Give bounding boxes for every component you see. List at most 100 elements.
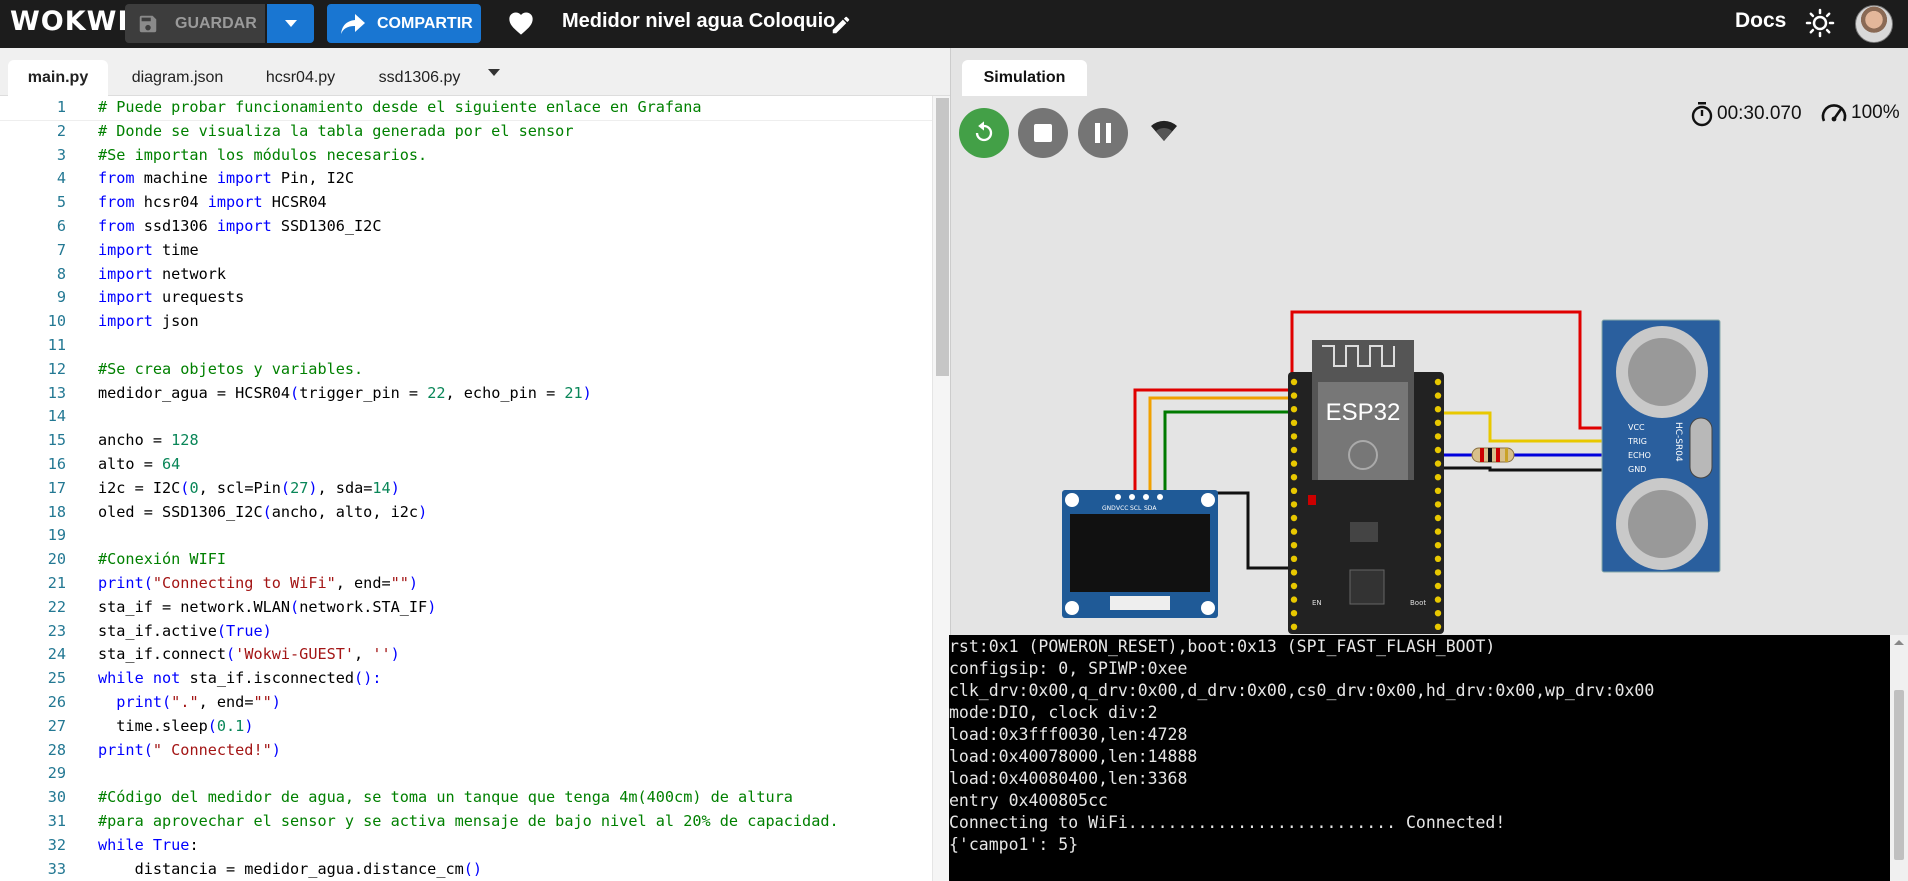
- esp32-pin[interactable]: [1290, 433, 1298, 440]
- esp32-pin[interactable]: [1434, 446, 1442, 454]
- edit-pencil-icon[interactable]: [830, 14, 852, 36]
- esp32-pin[interactable]: [1290, 569, 1298, 576]
- code-line[interactable]: 26 print(".", end=""): [0, 691, 932, 715]
- esp32-pin[interactable]: [1290, 446, 1298, 454]
- code-line[interactable]: 28 print(" Connected!"): [0, 739, 932, 763]
- tab-main-py[interactable]: main.py: [8, 60, 108, 96]
- esp32-pin[interactable]: [1290, 528, 1298, 535]
- circuit-diagram[interactable]: GND VCC SCL SDA ESP32 Boot EN VCC TRIG E…: [1050, 300, 1730, 635]
- tab-simulation[interactable]: Simulation: [962, 60, 1087, 96]
- code-line[interactable]: 11: [0, 334, 932, 358]
- code-line[interactable]: 4 from machine import Pin, I2C: [0, 167, 932, 191]
- serial-monitor[interactable]: rst:0x1 (POWERON_RESET),boot:0x13 (SPI_F…: [949, 635, 1890, 881]
- wokwi-logo[interactable]: WOKWI: [10, 6, 128, 37]
- code-line[interactable]: 9 import urequests: [0, 286, 932, 310]
- code-line[interactable]: 5 from hcsr04 import HCSR04: [0, 191, 932, 215]
- esp32-pin[interactable]: [1434, 487, 1442, 494]
- esp32-pin[interactable]: [1290, 542, 1298, 549]
- esp32-pin[interactable]: [1434, 555, 1442, 562]
- code-line[interactable]: 25 while not sta_if.isconnected():: [0, 667, 932, 691]
- code-line[interactable]: 10 import json: [0, 310, 932, 334]
- esp32-pin[interactable]: [1290, 555, 1298, 562]
- resistor[interactable]: [1471, 447, 1515, 463]
- esp32-pin[interactable]: [1434, 623, 1442, 630]
- code-line[interactable]: 32 while True:: [0, 834, 932, 858]
- esp32-pin[interactable]: [1290, 610, 1298, 617]
- esp32-pin[interactable]: [1290, 487, 1298, 494]
- oled-display[interactable]: GND VCC SCL SDA: [1062, 490, 1218, 618]
- code-line[interactable]: 3 #Se importan los módulos necesarios.: [0, 144, 932, 168]
- esp32-pin[interactable]: [1434, 474, 1442, 481]
- heart-icon[interactable]: [507, 10, 535, 36]
- esp32-board[interactable]: ESP32 Boot EN: [1288, 340, 1444, 634]
- code-line[interactable]: 24 sta_if.connect('Wokwi-GUEST', ''): [0, 643, 932, 667]
- esp32-pin[interactable]: [1290, 419, 1298, 426]
- restart-simulation-button[interactable]: [959, 108, 1009, 158]
- code-line[interactable]: 21 print("Connecting to WiFi", end=""): [0, 572, 932, 596]
- esp32-pin[interactable]: [1434, 419, 1442, 426]
- more-tabs-chevron-icon[interactable]: [487, 68, 501, 77]
- esp32-pin[interactable]: [1290, 392, 1298, 399]
- pause-simulation-button[interactable]: [1078, 108, 1128, 158]
- esp32-pin[interactable]: [1290, 501, 1298, 508]
- stop-simulation-button[interactable]: [1018, 108, 1068, 158]
- editor-scrollbar-thumb[interactable]: [936, 98, 949, 376]
- code-line[interactable]: 20 #Conexión WIFI: [0, 548, 932, 572]
- tab-ssd1306-py[interactable]: ssd1306.py: [362, 60, 477, 96]
- code-line[interactable]: 15 ancho = 128: [0, 429, 932, 453]
- code-line[interactable]: 1 # Puede probar funcionamiento desde el …: [0, 96, 932, 121]
- esp32-pin[interactable]: [1290, 514, 1298, 522]
- code-line[interactable]: 33 distancia = medidor_agua.distance_cm(…: [0, 858, 932, 881]
- code-line[interactable]: 2 # Donde se visualiza la tabla generada …: [0, 120, 932, 144]
- code-line[interactable]: 30 #Código del medidor de agua, se toma u…: [0, 786, 932, 810]
- esp32-pin[interactable]: [1434, 392, 1442, 399]
- esp32-pin[interactable]: [1290, 623, 1298, 630]
- esp32-pin[interactable]: [1434, 433, 1442, 440]
- code-line[interactable]: 7 import time: [0, 239, 932, 263]
- serial-scrollbar[interactable]: [1890, 635, 1908, 881]
- esp32-pin[interactable]: [1290, 460, 1298, 467]
- esp32-pin[interactable]: [1434, 528, 1442, 535]
- serial-scrollbar-thumb[interactable]: [1894, 690, 1904, 860]
- esp32-pin[interactable]: [1434, 596, 1442, 603]
- tab-diagram-json[interactable]: diagram.json: [115, 60, 240, 96]
- esp32-pin[interactable]: [1434, 569, 1442, 576]
- code-editor[interactable]: 1 # Puede probar funcionamiento desde el …: [0, 96, 932, 881]
- code-line[interactable]: 22 sta_if = network.WLAN(network.STA_IF): [0, 596, 932, 620]
- code-line[interactable]: 19: [0, 524, 932, 548]
- tab-hcsr04-py[interactable]: hcsr04.py: [248, 60, 353, 96]
- esp32-pin[interactable]: [1290, 474, 1298, 481]
- esp32-pin[interactable]: [1290, 406, 1298, 413]
- esp32-pin[interactable]: [1434, 501, 1442, 508]
- code-line[interactable]: 12 #Se crea objetos y variables.: [0, 358, 932, 382]
- esp32-pin[interactable]: [1434, 460, 1442, 467]
- esp32-pin[interactable]: [1290, 596, 1298, 603]
- code-line[interactable]: 27 time.sleep(0.1): [0, 715, 932, 739]
- code-line[interactable]: 29: [0, 762, 932, 786]
- esp32-pin[interactable]: [1434, 610, 1442, 617]
- editor-scrollbar[interactable]: [932, 96, 950, 881]
- esp32-pin[interactable]: [1434, 514, 1442, 522]
- code-line[interactable]: 14: [0, 405, 932, 429]
- esp32-pin[interactable]: [1434, 582, 1442, 590]
- code-line[interactable]: 8 import network: [0, 263, 932, 287]
- code-line[interactable]: 16 alto = 64: [0, 453, 932, 477]
- code-line[interactable]: 23 sta_if.active(True): [0, 620, 932, 644]
- share-button[interactable]: COMPARTIR: [327, 4, 481, 43]
- esp32-pin[interactable]: [1434, 406, 1442, 413]
- save-options-button[interactable]: [267, 4, 314, 43]
- code-line[interactable]: 17 i2c = I2C(0, scl=Pin(27), sda=14): [0, 477, 932, 501]
- code-line[interactable]: 18 oled = SSD1306_I2C(ancho, alto, i2c): [0, 501, 932, 525]
- esp32-pin[interactable]: [1434, 542, 1442, 549]
- theme-sun-icon[interactable]: [1805, 8, 1835, 38]
- code-line[interactable]: 13 medidor_agua = HCSR04(trigger_pin = 22…: [0, 382, 932, 406]
- esp32-pin[interactable]: [1434, 378, 1442, 386]
- code-line[interactable]: 31 #para aprovechar el sensor y se activa…: [0, 810, 932, 834]
- user-avatar[interactable]: [1855, 5, 1893, 43]
- code-line[interactable]: 6 from ssd1306 import SSD1306_I2C: [0, 215, 932, 239]
- hc-sr04-sensor[interactable]: VCC TRIG ECHO GND HC-SR04: [1601, 319, 1721, 573]
- esp32-pin[interactable]: [1290, 378, 1298, 386]
- scroll-up-icon[interactable]: [1890, 635, 1908, 649]
- esp32-pin[interactable]: [1290, 582, 1298, 590]
- docs-link[interactable]: Docs: [1735, 9, 1786, 33]
